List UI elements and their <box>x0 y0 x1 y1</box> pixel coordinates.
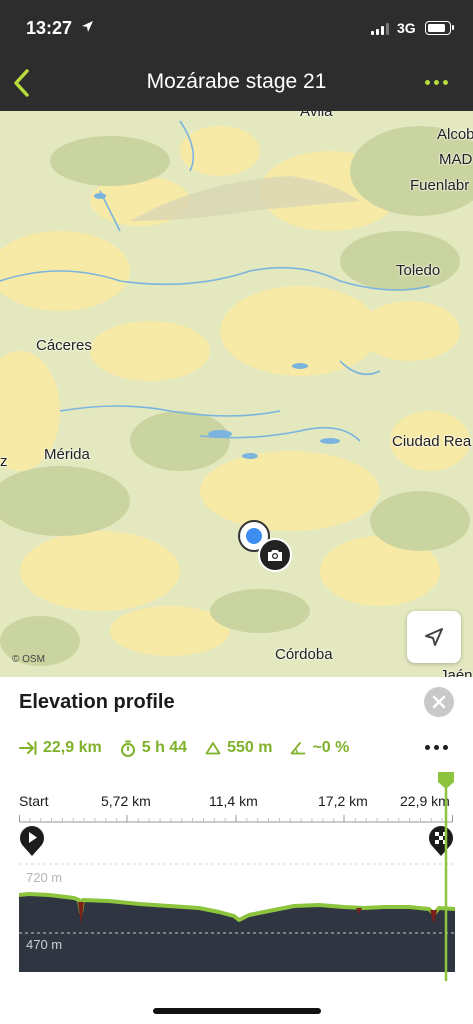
distance-axis <box>19 815 453 823</box>
stat-gradient: ~0 % <box>290 739 349 757</box>
home-indicator[interactable] <box>153 1008 321 1014</box>
sheet-title: Elevation profile <box>19 691 175 713</box>
stat-duration: 5 h 44 <box>120 739 187 757</box>
screen: 13:27 3G Mozárabe stage 21 Ávila Alcob M… <box>0 0 473 1024</box>
map-label-toledo: Toledo <box>396 262 441 279</box>
map-label-avila: Ávila <box>300 111 333 120</box>
stat-ascent: 550 m <box>205 739 272 757</box>
close-button[interactable] <box>424 687 454 717</box>
close-icon <box>432 695 446 709</box>
map-view[interactable]: Ávila Alcob MAD Fuenlabr Toledo Cáceres … <box>0 111 473 677</box>
start-flag-icon[interactable] <box>19 825 45 857</box>
route-stats: 22,9 km 5 h 44 550 m ~0 % <box>19 739 367 757</box>
map-label-caceres: Cáceres <box>36 337 92 354</box>
map-label-mad: MAD <box>439 151 473 168</box>
ascent-icon <box>205 742 221 755</box>
distance-icon <box>19 741 37 755</box>
map-label-merida: Mérida <box>44 446 90 463</box>
axis-label-start: Start <box>19 793 49 809</box>
top-bar: 13:27 3G Mozárabe stage 21 <box>0 0 473 111</box>
axis-label-tick1: 5,72 km <box>101 793 151 809</box>
locate-me-button[interactable] <box>407 611 461 663</box>
ascent-value: 550 m <box>227 739 273 756</box>
map-label-jaen: Jaén <box>440 667 473 677</box>
distance-value: 22,9 km <box>43 739 102 756</box>
elevation-sheet: Elevation profile 22,9 km 5 h 44 550 m ~… <box>0 677 473 1024</box>
duration-value: 5 h 44 <box>141 739 188 756</box>
more-options-button[interactable] <box>425 74 451 90</box>
gradient-icon <box>291 742 306 755</box>
navigation-arrow-icon <box>425 628 443 646</box>
signal-icon <box>371 23 389 35</box>
map-label-fuenlabr: Fuenlabr <box>410 177 470 194</box>
map-label-z: z <box>0 453 8 470</box>
axis-label-tick2: 11,4 km <box>209 793 258 809</box>
map-attribution: © OSM <box>12 654 45 665</box>
elevation-min-label: 470 m <box>26 937 63 952</box>
position-slider-handle[interactable] <box>437 771 455 981</box>
map-label-ciudad-real: Ciudad Rea <box>392 433 472 450</box>
camera-icon[interactable] <box>258 538 292 572</box>
gradient-value: ~0 % <box>312 739 350 756</box>
battery-icon <box>425 21 454 35</box>
stats-more-button[interactable] <box>425 745 448 750</box>
location-arrow-icon <box>82 21 93 32</box>
elevation-chart[interactable] <box>19 862 455 972</box>
status-time: 13:27 <box>26 18 73 38</box>
elevation-max-label: 720 m <box>26 870 63 885</box>
stopwatch-icon <box>120 740 135 757</box>
map-terrain <box>0 120 473 666</box>
network-type: 3G <box>397 20 416 36</box>
map-label-cordoba: Córdoba <box>275 646 333 663</box>
axis-label-tick3: 17,2 km <box>318 793 368 809</box>
page-title: Mozárabe stage 21 <box>146 70 327 93</box>
stat-distance: 22,9 km <box>19 739 102 757</box>
map-label-alcob: Alcob <box>437 126 473 143</box>
